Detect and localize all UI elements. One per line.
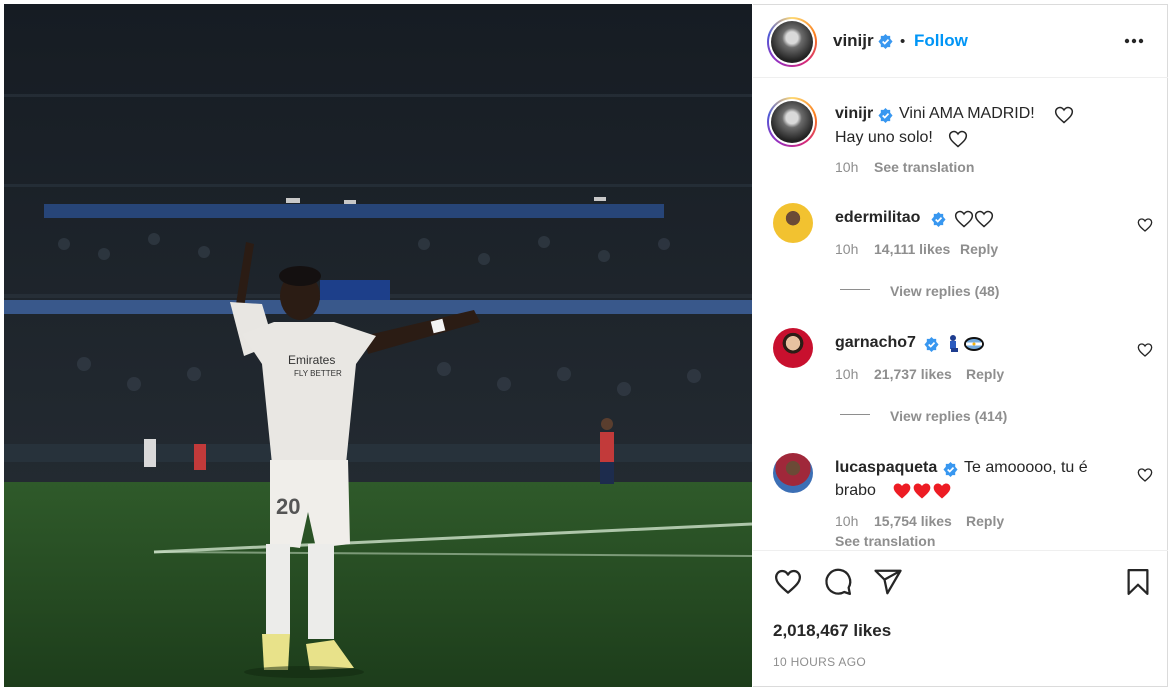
likes-count[interactable]: 2,018,467 likes [773,621,891,641]
caption-line-2: Hay uno solo! [835,129,933,146]
like-heart-icon[interactable] [773,567,803,597]
red-hearts-emoji-icon [893,483,951,499]
commenter-avatar[interactable] [773,203,813,243]
verified-badge-icon [943,462,958,477]
like-comment-heart-icon[interactable] [1137,467,1153,483]
white-heart-emoji-icon [954,210,994,228]
author-username[interactable]: vinijr [833,31,874,51]
like-comment-heart-icon[interactable] [1137,342,1153,358]
reply-button[interactable]: Reply [966,366,1004,382]
svg-text:Emirates: Emirates [288,353,335,367]
post-panel: vinijr • Follow vinijr Vini AMA MADRID! [753,4,1168,687]
caption-time: 10h [835,159,859,175]
see-translation-link[interactable]: See translation [835,533,935,549]
svg-text:FLY BETTER: FLY BETTER [294,369,342,378]
white-heart-emoji-icon [1054,106,1074,124]
comment-username[interactable]: garnacho7 [835,334,916,352]
verified-badge-icon [924,337,939,352]
comment-text-line-1: Te amooooo, tu é [964,459,1088,476]
comment-icon[interactable] [823,567,853,597]
kneeling-and-argentina-emoji-icon [950,335,984,352]
verified-badge-icon [931,212,946,227]
post-header: vinijr • Follow [753,5,1168,78]
bookmark-icon[interactable] [1123,567,1153,597]
verified-badge-icon [878,108,893,123]
comment-likes[interactable]: 21,737 likes [874,366,952,382]
like-comment-heart-icon[interactable] [1137,217,1153,233]
verified-badge-icon [878,34,893,49]
commenter-avatar[interactable] [773,328,813,368]
comment-likes[interactable]: 15,754 likes [874,513,952,529]
post-timestamp[interactable]: 10 HOURS AGO [773,655,866,669]
separator-dot: • [900,33,906,50]
see-translation-link[interactable]: See translation [874,159,974,175]
comment-time: 10h [835,366,859,382]
caption-line-1: Vini AMA MADRID! [899,105,1035,122]
comment-username[interactable]: lucaspaqueta [835,459,937,477]
stadium-scene: Emirates FLY BETTER 20 [4,4,752,687]
commenter-avatar[interactable] [773,453,813,493]
author-avatar[interactable] [767,17,817,67]
comments-list[interactable]: vinijr Vini AMA MADRID! Hay uno solo! 10… [753,79,1168,549]
view-replies-button[interactable]: View replies (48) [890,283,999,299]
replies-divider [840,289,870,290]
svg-text:20: 20 [276,494,300,519]
caption-avatar[interactable] [767,97,817,147]
reply-button[interactable]: Reply [966,513,1004,529]
post-photo[interactable]: Emirates FLY BETTER 20 [4,4,752,687]
view-replies-button[interactable]: View replies (414) [890,408,1007,424]
comment-username[interactable]: edermilitao [835,209,920,227]
white-heart-emoji-icon [948,130,968,148]
comment-text-line-2: brabo [835,482,876,499]
share-icon[interactable] [873,567,903,597]
post-actions: 2,018,467 likes 10 HOURS AGO [753,550,1168,688]
follow-button[interactable]: Follow [914,31,968,51]
replies-divider [840,414,870,415]
more-options-icon[interactable] [1117,29,1151,53]
comment-time: 10h [835,513,859,529]
comment-likes[interactable]: 14,111 likes [874,241,950,257]
reply-button[interactable]: Reply [960,241,998,257]
caption-username[interactable]: vinijr [835,105,873,123]
comment-time: 10h [835,241,859,257]
